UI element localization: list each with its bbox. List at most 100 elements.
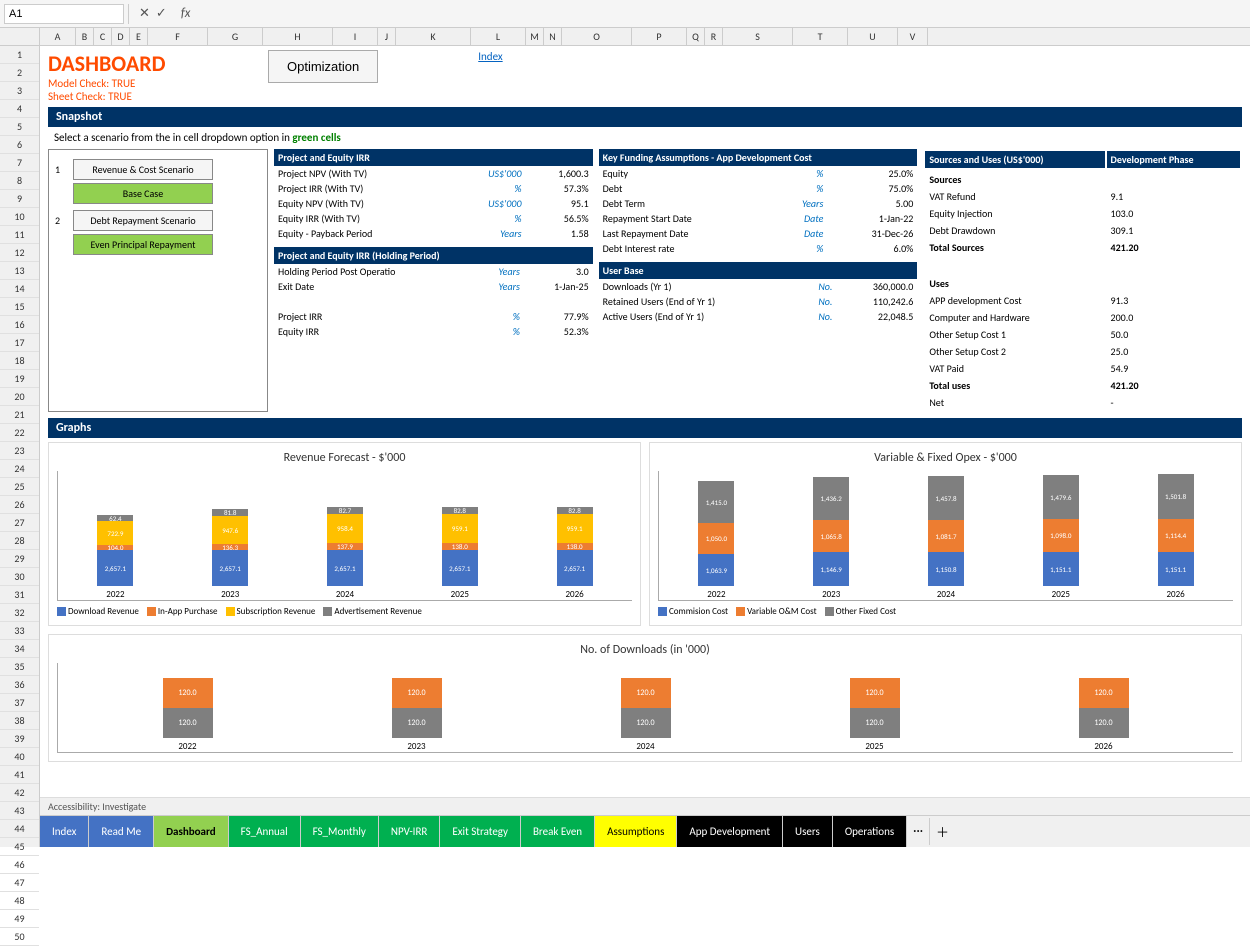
row-6[interactable]: 6 [0,136,39,154]
formula-input[interactable] [198,8,1246,20]
row-31[interactable]: 31 [0,586,39,604]
row-32[interactable]: 32 [0,604,39,622]
row-43[interactable]: 43 [0,802,39,820]
row-16[interactable]: 16 [0,316,39,334]
col-header-Q[interactable]: Q [687,28,705,45]
row-10[interactable]: 10 [0,208,39,226]
col-header-V[interactable]: V [898,28,928,45]
scenario-2-button[interactable]: Debt Repayment Scenario [73,210,213,231]
confirm-icon[interactable]: ✓ [156,6,167,21]
tab-npvirr[interactable]: NPV-IRR [379,816,441,847]
row-41[interactable]: 41 [0,766,39,784]
index-link[interactable]: Index [478,50,502,63]
tab-fsmonthly[interactable]: FS_Monthly [301,816,379,847]
col-header-H[interactable]: H [263,28,333,45]
row-5[interactable]: 5 [0,118,39,136]
col-header-B[interactable]: B [76,28,94,45]
hirr-label-3: Equity IRR [274,324,476,339]
col-header-L[interactable]: L [471,28,526,45]
tab-fsannual[interactable]: FS_Annual [229,816,301,847]
col-header-O[interactable]: O [562,28,632,45]
row-37[interactable]: 37 [0,694,39,712]
tab-dashboard[interactable]: Dashboard [154,816,229,847]
row-12[interactable]: 12 [0,244,39,262]
col-header-K[interactable]: K [396,28,471,45]
tab-add-icon[interactable]: ＋ [929,818,955,845]
scenario-2-value[interactable]: Even Principal Repayment [73,234,213,255]
row-4[interactable]: 4 [0,100,39,118]
row-25[interactable]: 25 [0,478,39,496]
tab-operations[interactable]: Operations [833,816,907,847]
col-header-M[interactable]: M [526,28,544,45]
row-7[interactable]: 7 [0,154,39,172]
row-18[interactable]: 18 [0,352,39,370]
cell-reference[interactable] [4,4,124,24]
col-header-F[interactable]: F [148,28,208,45]
row-45[interactable]: 45 [0,838,39,856]
row-11[interactable]: 11 [0,226,39,244]
cancel-icon[interactable]: ✕ [139,6,150,21]
tab-index[interactable]: Index [40,816,89,847]
row-22[interactable]: 22 [0,424,39,442]
scenario-1-value[interactable]: Base Case [73,183,213,204]
col-header-N[interactable]: N [544,28,562,45]
row-15[interactable]: 15 [0,298,39,316]
row-21[interactable]: 21 [0,406,39,424]
row-36[interactable]: 36 [0,676,39,694]
status-text: Accessibility: Investigate [48,800,146,813]
row-35[interactable]: 35 [0,658,39,676]
row-9[interactable]: 9 [0,190,39,208]
optimization-button[interactable]: Optimization [268,50,378,83]
su-source-1: Equity Injection 103.0 [925,206,1240,221]
row-28[interactable]: 28 [0,532,39,550]
row-42[interactable]: 42 [0,784,39,802]
col-header-U[interactable]: U [848,28,898,45]
tab-exit-strategy[interactable]: Exit Strategy [440,816,521,847]
row-1[interactable]: 1 [0,46,39,64]
scenario-1-button[interactable]: Revenue & Cost Scenario [73,159,213,180]
row-14[interactable]: 14 [0,280,39,298]
row-48[interactable]: 48 [0,892,39,910]
col-header-P[interactable]: P [632,28,687,45]
tab-app-development[interactable]: App Development [677,816,783,847]
row-27[interactable]: 27 [0,514,39,532]
tab-more-icon[interactable]: ··· [907,820,929,843]
row-34[interactable]: 34 [0,640,39,658]
tab-break-even[interactable]: Break Even [521,816,595,847]
project-irr-row-3: Equity IRR (With TV) % 56.5% [274,211,593,226]
row-20[interactable]: 20 [0,388,39,406]
row-29[interactable]: 29 [0,550,39,568]
row-26[interactable]: 26 [0,496,39,514]
col-header-D[interactable]: D [112,28,130,45]
col-header-I[interactable]: I [333,28,378,45]
row-50[interactable]: 50 [0,928,39,946]
row-13[interactable]: 13 [0,262,39,280]
row-40[interactable]: 40 [0,748,39,766]
col-header-R[interactable]: R [705,28,723,45]
col-header-E[interactable]: E [130,28,148,45]
row-33[interactable]: 33 [0,622,39,640]
row-2[interactable]: 2 [0,64,39,82]
row-30[interactable]: 30 [0,568,39,586]
row-3[interactable]: 3 [0,82,39,100]
row-38[interactable]: 38 [0,712,39,730]
col-header-T[interactable]: T [793,28,848,45]
col-header-S[interactable]: S [723,28,793,45]
col-header-A[interactable]: A [40,28,76,45]
row-23[interactable]: 23 [0,442,39,460]
tab-assumptions[interactable]: Assumptions [595,816,677,847]
row-47[interactable]: 47 [0,874,39,892]
row-24[interactable]: 24 [0,460,39,478]
tab-users[interactable]: Users [783,816,833,847]
col-header-J[interactable]: J [378,28,396,45]
tab-readme[interactable]: Read Me [89,816,154,847]
row-17[interactable]: 17 [0,334,39,352]
col-header-G[interactable]: G [208,28,263,45]
row-19[interactable]: 19 [0,370,39,388]
row-44[interactable]: 44 [0,820,39,838]
row-49[interactable]: 49 [0,910,39,928]
col-header-C[interactable]: C [94,28,112,45]
row-8[interactable]: 8 [0,172,39,190]
row-39[interactable]: 39 [0,730,39,748]
row-46[interactable]: 46 [0,856,39,874]
